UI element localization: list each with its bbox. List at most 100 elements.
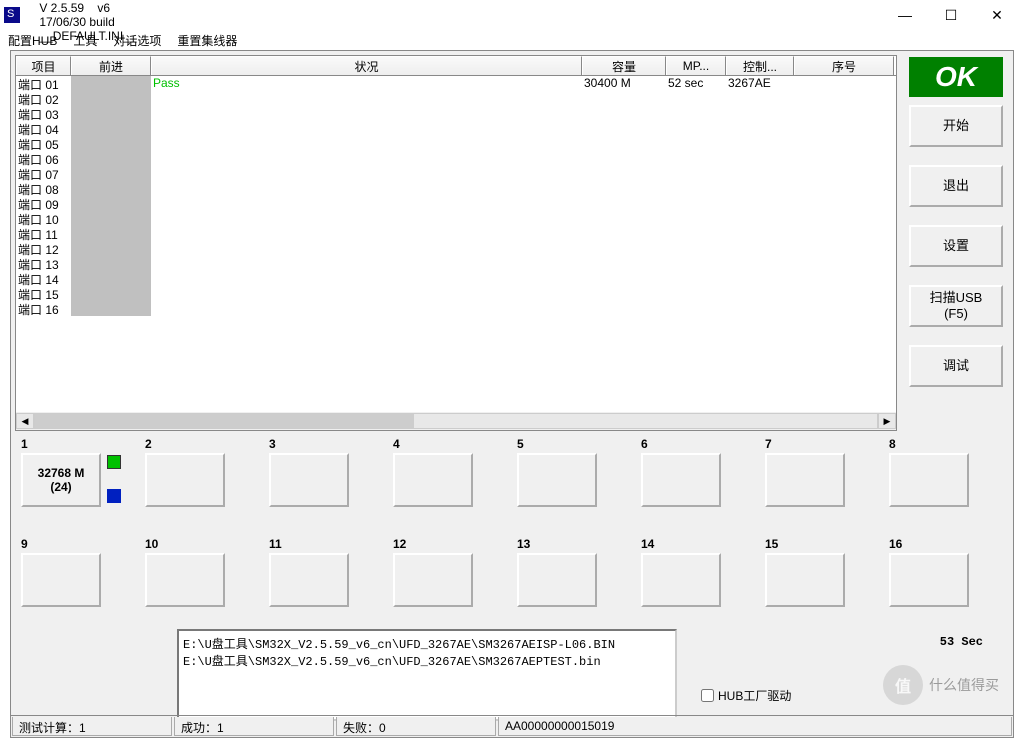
port-number: 1: [21, 437, 28, 451]
side-panel: OK 开始 退出 设置 扫描USB (F5) 调试: [909, 57, 1007, 405]
table-row[interactable]: 端口 06: [16, 151, 896, 166]
port-slot-1: 1 32768 M(24): [15, 435, 139, 529]
table-row[interactable]: 端口 05: [16, 136, 896, 151]
port-number: 6: [641, 437, 648, 451]
port-slot-11: 11: [263, 535, 387, 629]
port-number: 11: [269, 537, 282, 551]
watermark-icon: 值: [883, 665, 923, 705]
th-capacity[interactable]: 容量: [582, 56, 666, 75]
port-box[interactable]: [765, 453, 845, 507]
table-row[interactable]: 端口 14: [16, 271, 896, 286]
port-number: 15: [765, 537, 778, 551]
table-row[interactable]: 端口 11: [16, 226, 896, 241]
close-button[interactable]: ✕: [974, 0, 1020, 30]
indicator-blue-icon: [107, 489, 121, 503]
port-slot-14: 14: [635, 535, 759, 629]
port-box[interactable]: [517, 553, 597, 607]
table-row[interactable]: 端口 08: [16, 181, 896, 196]
table-row[interactable]: 端口 01Pass30400 M52 sec3267AE: [16, 76, 896, 91]
th-ctrl[interactable]: 控制...: [726, 56, 794, 75]
minimize-button[interactable]: —: [882, 0, 928, 30]
menu-tools[interactable]: 工具: [69, 31, 101, 50]
app-icon: [4, 7, 20, 23]
port-slot-9: 9: [15, 535, 139, 629]
status-bar: 测试计算：1 成功：1 失败：0 AA00000000015019: [11, 715, 1013, 737]
port-slot-8: 8: [883, 435, 1007, 529]
status-ok: OK: [909, 57, 1003, 97]
watermark-text: 什么值得买: [929, 675, 999, 695]
table-row[interactable]: 端口 03: [16, 106, 896, 121]
port-number: 9: [21, 537, 28, 551]
maximize-button[interactable]: ☐: [928, 0, 974, 30]
table-row[interactable]: 端口 10: [16, 211, 896, 226]
th-mp[interactable]: MP...: [666, 56, 726, 75]
port-box[interactable]: [393, 553, 473, 607]
port-box[interactable]: [889, 453, 969, 507]
client-area: 项目 前进 状况 容量 MP... 控制... 序号 端口 01Pass3040…: [10, 50, 1014, 738]
port-slot-5: 5: [511, 435, 635, 529]
table-row[interactable]: 端口 02: [16, 91, 896, 106]
port-slot-15: 15: [759, 535, 883, 629]
port-box[interactable]: [641, 553, 721, 607]
port-number: 14: [641, 537, 654, 551]
port-slot-3: 3: [263, 435, 387, 529]
table-row[interactable]: 端口 13: [16, 256, 896, 271]
exit-button[interactable]: 退出: [909, 165, 1003, 207]
menu-hub[interactable]: 配置HUB: [4, 31, 61, 50]
port-slot-13: 13: [511, 535, 635, 629]
th-progress[interactable]: 前进: [71, 56, 151, 75]
status-fail-count: 失败：0: [336, 717, 496, 736]
th-port[interactable]: 项目: [16, 56, 71, 75]
port-box[interactable]: [517, 453, 597, 507]
table-row[interactable]: 端口 09: [16, 196, 896, 211]
scroll-right-icon[interactable]: ▶: [878, 413, 896, 429]
port-box[interactable]: [269, 453, 349, 507]
port-box[interactable]: [641, 453, 721, 507]
table-row[interactable]: 端口 16: [16, 301, 896, 316]
th-status[interactable]: 状况: [151, 56, 582, 75]
scroll-left-icon[interactable]: ◀: [16, 413, 34, 429]
port-box[interactable]: [393, 453, 473, 507]
port-slot-6: 6: [635, 435, 759, 529]
port-box[interactable]: [145, 553, 225, 607]
port-box[interactable]: 32768 M(24): [21, 453, 101, 507]
menu-dialog[interactable]: 对话选项: [109, 31, 165, 50]
table-row[interactable]: 端口 12: [16, 241, 896, 256]
port-number: 16: [889, 537, 902, 551]
h-scrollbar[interactable]: ◀ ▶: [16, 412, 896, 430]
table-body: 端口 01Pass30400 M52 sec3267AE端口 02端口 03端口…: [16, 76, 896, 316]
indicator-green-icon: [107, 455, 121, 469]
menu-reset-hub[interactable]: 重置集线器: [173, 31, 241, 50]
table-row[interactable]: 端口 04: [16, 121, 896, 136]
settings-button[interactable]: 设置: [909, 225, 1003, 267]
debug-button[interactable]: 调试: [909, 345, 1003, 387]
port-box[interactable]: [765, 553, 845, 607]
port-box[interactable]: [145, 453, 225, 507]
scan-usb-button[interactable]: 扫描USB (F5): [909, 285, 1003, 327]
start-button[interactable]: 开始: [909, 105, 1003, 147]
port-slot-12: 12: [387, 535, 511, 629]
port-grid: 132768 M(24)2345678910111213141516: [15, 435, 1009, 629]
status-serial: AA00000000015019: [498, 717, 1012, 736]
table-header: 项目 前进 状况 容量 MP... 控制... 序号: [16, 56, 896, 76]
port-number: 10: [145, 537, 158, 551]
title-bar: SMI Mass Production Tool V 2.5.59 v6 17/…: [0, 0, 1024, 30]
menu-bar: 配置HUB 工具 对话选项 重置集线器: [0, 30, 1024, 50]
table-row[interactable]: 端口 15: [16, 286, 896, 301]
table-row[interactable]: 端口 07: [16, 166, 896, 181]
status-pass-count: 成功：1: [174, 717, 334, 736]
firmware-path-box[interactable]: E:\U盘工具\SM32X_V2.5.59_v6_cn\UFD_3267AE\S…: [177, 629, 677, 721]
port-number: 7: [765, 437, 772, 451]
port-number: 4: [393, 437, 400, 451]
port-number: 13: [517, 537, 530, 551]
status-table: 项目 前进 状况 容量 MP... 控制... 序号 端口 01Pass3040…: [15, 55, 897, 431]
port-box[interactable]: [21, 553, 101, 607]
watermark: 值 什么值得买: [883, 663, 1003, 707]
hub-factory-label: HUB工厂驱动: [718, 687, 791, 704]
hub-factory-input[interactable]: [701, 689, 714, 702]
port-number: 8: [889, 437, 896, 451]
port-box[interactable]: [889, 553, 969, 607]
port-box[interactable]: [269, 553, 349, 607]
hub-factory-checkbox[interactable]: HUB工厂驱动: [701, 687, 791, 704]
th-sn[interactable]: 序号: [794, 56, 894, 75]
